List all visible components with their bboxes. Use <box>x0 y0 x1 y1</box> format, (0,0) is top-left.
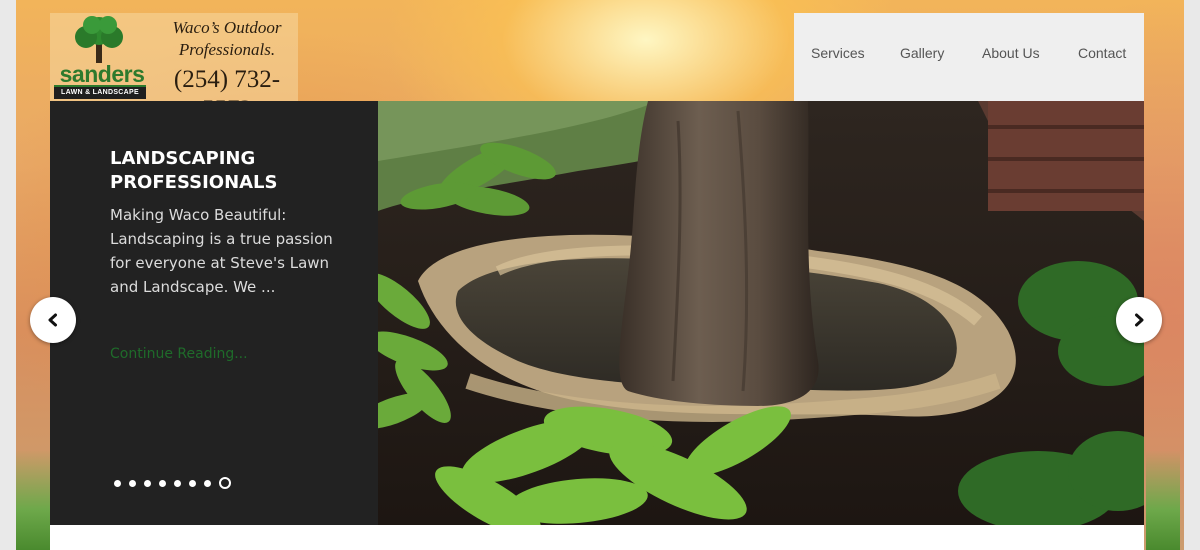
slide-dot-6[interactable] <box>189 479 196 487</box>
slider-next-button[interactable] <box>1116 297 1162 343</box>
tree-icon <box>75 16 123 63</box>
slide-image <box>378 101 1144 525</box>
background-grass-left <box>16 450 50 550</box>
main-nav: Services Gallery About Us Contact <box>794 13 1144 101</box>
continue-reading-link[interactable]: Continue Reading... <box>110 344 248 364</box>
tagline-line-2: Professionals. <box>178 40 276 59</box>
site-logo[interactable]: sanders LAWN & LANDSCAPE Waco’s Outdoor … <box>50 13 298 123</box>
background-grass-right <box>1146 450 1180 550</box>
landscape-photo <box>378 101 1144 525</box>
slide-title: LANDSCAPING PROFESSIONALS <box>110 147 350 195</box>
nav-item-contact[interactable]: Contact <box>1078 44 1126 62</box>
logo-tagline: Waco’s Outdoor Professionals. <box>158 17 296 61</box>
content-area <box>50 525 1144 550</box>
slide-title-line-2: PROFESSIONALS <box>110 172 278 193</box>
logo-subname: LAWN & LANDSCAPE <box>54 87 146 99</box>
slider-prev-button[interactable] <box>30 297 76 343</box>
nav-item-services[interactable]: Services <box>811 44 865 62</box>
slide-dot-1[interactable] <box>114 479 121 487</box>
hero-slider: LANDSCAPING PROFESSIONALS Making Waco Be… <box>50 101 1144 525</box>
site-header: sanders LAWN & LANDSCAPE Waco’s Outdoor … <box>50 13 1144 123</box>
logo-name: sanders <box>59 61 145 87</box>
chevron-left-icon <box>48 313 57 327</box>
slide-dot-5[interactable] <box>174 479 181 487</box>
slide-excerpt: Making Waco Beautiful: Landscaping is a … <box>110 206 333 296</box>
nav-item-gallery[interactable]: Gallery <box>900 44 944 62</box>
slide-title-line-1: LANDSCAPING <box>110 148 256 169</box>
nav-item-about-us[interactable]: About Us <box>982 44 1040 62</box>
chevron-right-icon <box>1135 313 1144 327</box>
tagline-line-1: Waco’s Outdoor <box>172 18 282 37</box>
slide-dot-8-active[interactable] <box>219 477 231 489</box>
slide-dot-7[interactable] <box>204 479 211 487</box>
slide-pagination <box>114 476 231 490</box>
slide-dot-2[interactable] <box>129 479 136 487</box>
slide-caption: LANDSCAPING PROFESSIONALS Making Waco Be… <box>50 101 378 525</box>
slide-dot-3[interactable] <box>144 479 151 487</box>
slide-dot-4[interactable] <box>159 479 166 487</box>
